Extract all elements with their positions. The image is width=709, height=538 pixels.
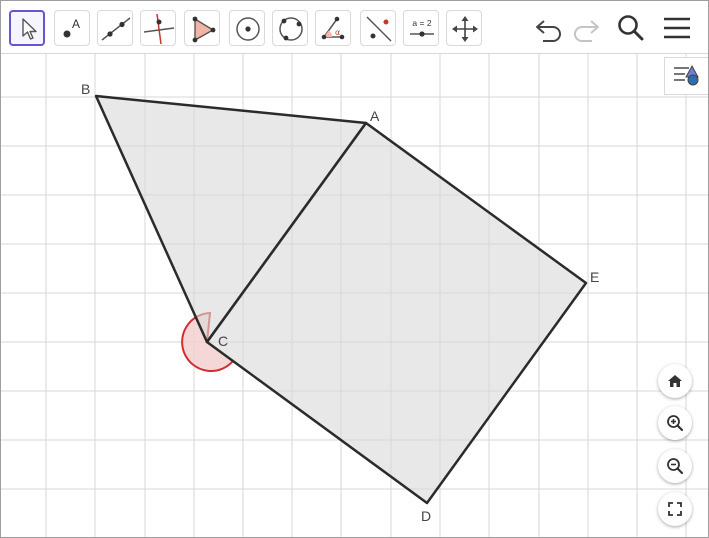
toolbar: A α a = 2 xyxy=(1,1,708,54)
line-tool[interactable] xyxy=(97,10,133,46)
line-icon xyxy=(101,17,131,41)
slider-tool-glyph: a = 2 xyxy=(412,18,431,28)
point-label-e[interactable]: E xyxy=(590,269,599,285)
redo-button[interactable] xyxy=(568,11,604,45)
slider-tool[interactable]: a = 2 xyxy=(403,10,439,46)
zoom-in-button[interactable] xyxy=(658,406,692,440)
point-icon: A xyxy=(63,17,80,38)
point-tool[interactable]: A xyxy=(54,10,90,46)
reflect-icon xyxy=(366,16,392,42)
reflect-tool[interactable] xyxy=(360,10,396,46)
circle-center-icon xyxy=(236,17,260,41)
circle-three-points-icon xyxy=(279,17,303,41)
zoom-out-icon xyxy=(667,458,684,475)
menu-icon xyxy=(664,17,690,39)
home-icon xyxy=(668,375,682,387)
point-label-a[interactable]: A xyxy=(370,108,380,124)
undo-icon xyxy=(536,20,561,42)
move-tool[interactable] xyxy=(9,10,45,46)
polygon-tool[interactable] xyxy=(184,10,220,46)
angle-icon: α xyxy=(321,16,345,40)
move-graphics-view-tool[interactable] xyxy=(446,10,482,46)
circle-three-points-tool[interactable] xyxy=(272,10,308,46)
geogebra-app: A B C D E A α a = 2 xyxy=(0,0,709,538)
redo-icon xyxy=(574,20,599,42)
angle-tool[interactable]: α xyxy=(315,10,351,46)
perpendicular-line-tool[interactable] xyxy=(140,10,176,46)
fullscreen-icon xyxy=(668,502,682,516)
move-arrows-icon xyxy=(452,16,478,42)
point-label-d[interactable]: D xyxy=(421,508,431,524)
slider-icon: a = 2 xyxy=(410,18,434,37)
circle-center-point-tool[interactable] xyxy=(229,10,265,46)
cursor-icon xyxy=(22,18,37,40)
angle-tool-glyph: α xyxy=(335,28,340,37)
home-button[interactable] xyxy=(658,364,692,398)
zoom-out-button[interactable] xyxy=(658,449,692,483)
style-bar-toggle[interactable] xyxy=(664,57,708,95)
undo-button[interactable] xyxy=(531,11,567,45)
menu-button[interactable] xyxy=(659,11,695,45)
fullscreen-button[interactable] xyxy=(658,492,692,526)
point-label-b[interactable]: B xyxy=(81,81,90,97)
perpendicular-line-icon xyxy=(143,13,175,45)
search-icon xyxy=(618,15,644,41)
polygon-icon xyxy=(192,16,216,43)
point-label-c[interactable]: C xyxy=(218,333,228,349)
point-tool-glyph: A xyxy=(72,17,80,31)
zoom-in-icon xyxy=(667,415,684,432)
style-bar-icon xyxy=(674,64,699,86)
search-button[interactable] xyxy=(613,11,649,45)
graphics-view[interactable]: A B C D E xyxy=(1,54,708,537)
